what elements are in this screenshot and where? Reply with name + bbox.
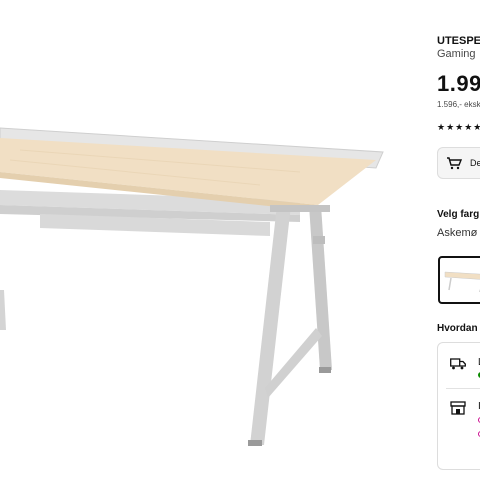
availability-divider (446, 388, 480, 389)
store-icon (450, 401, 466, 420)
product-price: 1.99 (437, 71, 480, 96)
price-excl-vat: 1.596,- eksk (437, 100, 480, 109)
cart-icon (446, 156, 463, 175)
product-description: Gaming (437, 48, 476, 60)
product-image[interactable] (0, 0, 420, 480)
color-swatch-selected[interactable] (438, 256, 480, 304)
availability-heading: Hvordan (437, 323, 478, 334)
rating-stars[interactable]: ★★★★★ (437, 122, 480, 133)
color-heading: Velg farg (437, 209, 480, 220)
desk-thumbnail-image (444, 271, 480, 292)
product-info-panel: UTESPELARE Gaming 1.99 1.596,- eksk ★★★★… (437, 0, 480, 480)
availability-panel: L I (437, 342, 480, 470)
primary-action-label: De (470, 158, 480, 168)
product-name: UTESPELARE (437, 35, 480, 47)
color-selected-value: Askemø (437, 227, 478, 239)
desk-illustration (0, 127, 384, 446)
truck-icon (450, 357, 466, 375)
primary-action-button[interactable]: De (437, 147, 480, 179)
